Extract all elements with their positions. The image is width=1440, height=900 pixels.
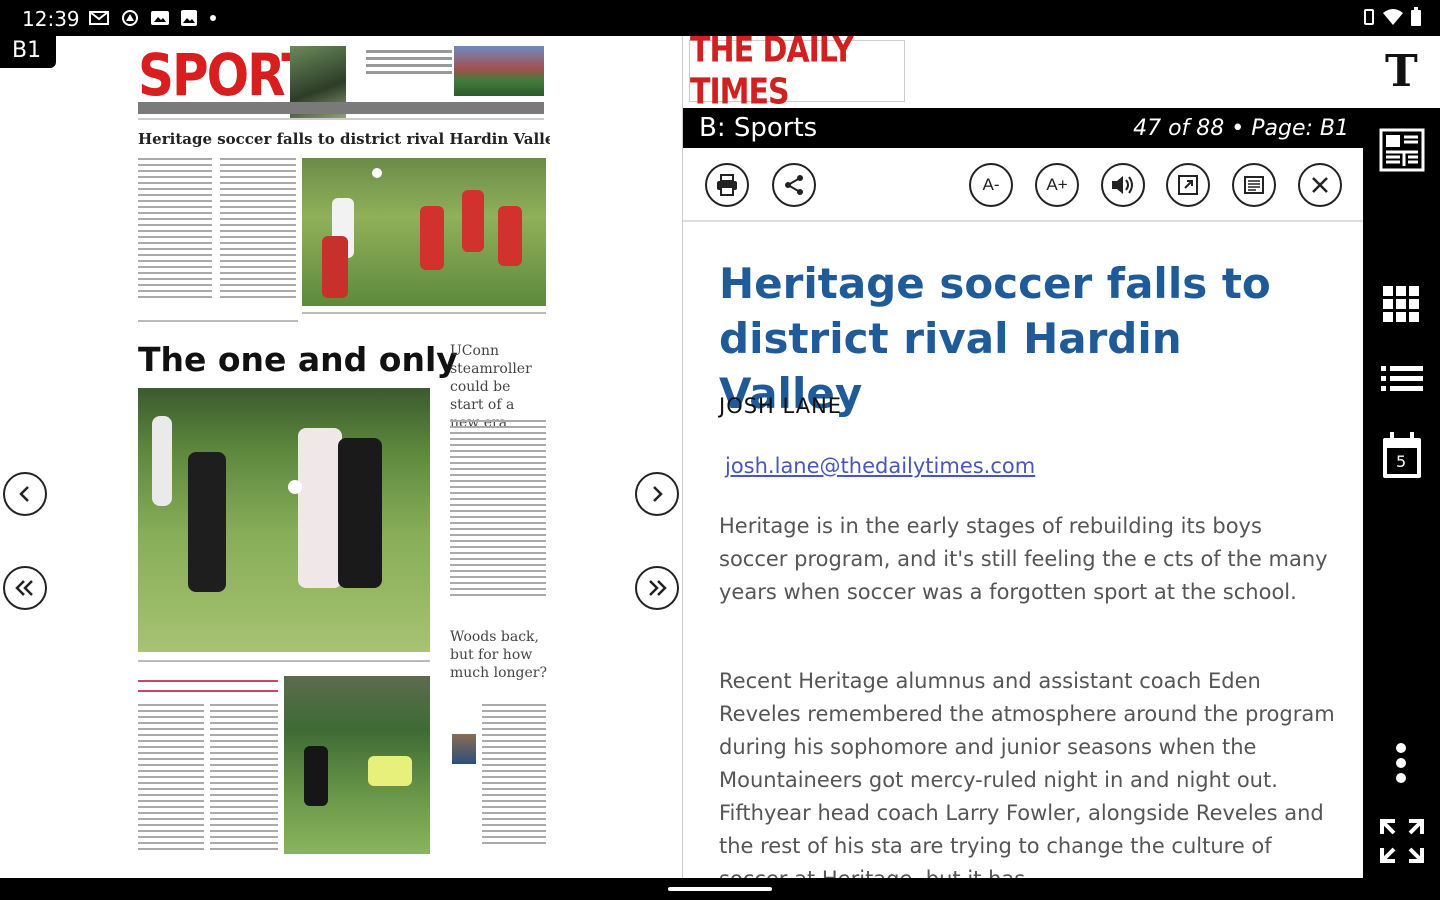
printer-icon: [717, 174, 737, 196]
fullscreen-icon: [1380, 819, 1424, 863]
page-badge: B1: [0, 36, 56, 68]
newspaper-page-preview[interactable]: SPORTS Heritage soccer falls to district…: [130, 40, 550, 876]
system-navigation-bar: [0, 878, 1440, 900]
text-column: [220, 158, 296, 302]
share-icon: [785, 175, 803, 195]
side-story-headline[interactable]: UConn steamroller could be start of a ne…: [450, 342, 548, 432]
share-button[interactable]: [772, 163, 816, 207]
chevron-left-icon: [19, 486, 29, 502]
increase-font-button[interactable]: A+: [1035, 163, 1079, 207]
calendar-button[interactable]: 5: [1381, 432, 1423, 485]
pull-quote: [138, 690, 278, 692]
decrease-font-button[interactable]: A-: [969, 163, 1013, 207]
author-email-link[interactable]: josh.lane@thedailytimes.com: [725, 454, 1035, 478]
newspaper-icon: [1379, 128, 1425, 172]
screen: { "status_bar": { "time": "12:39" }, "pa…: [0, 0, 1440, 900]
previous-article-button[interactable]: [3, 472, 47, 516]
next-article-button[interactable]: [635, 472, 679, 516]
newspaper-logo: THE DAILY TIMES: [689, 36, 905, 113]
page-view-icon: [1244, 176, 1264, 194]
gmail-icon: [89, 11, 109, 25]
speaker-icon: [1112, 176, 1133, 194]
chevron-right-icon: [653, 486, 663, 502]
page-headline-feature[interactable]: The one and only: [138, 340, 458, 379]
stadium-photo: [454, 46, 544, 96]
article-paragraph: Heritage is in the early stages of rebui…: [719, 514, 1328, 604]
photo-caption: [138, 660, 430, 662]
home-gesture-handle[interactable]: [668, 887, 772, 891]
section-name: B: Sports: [699, 113, 818, 143]
article-reader: THE DAILY TIMES B: Sports 47 of 88 • Pag…: [683, 36, 1363, 878]
next-page-button[interactable]: [635, 566, 679, 610]
print-button[interactable]: [705, 163, 749, 207]
expand-icon: [1178, 175, 1198, 195]
status-time: 12:39: [22, 7, 80, 31]
side-story-headline[interactable]: Woods back, but for how much longer?: [450, 628, 548, 682]
goalkeeper-photo: [284, 676, 430, 854]
list-view-button[interactable]: [1381, 364, 1423, 399]
vibrate-icon: [1364, 9, 1374, 25]
article-position: 47 of 88 • Page: B1: [1133, 116, 1349, 141]
text-column: [482, 704, 546, 848]
previous-page-button[interactable]: [3, 566, 47, 610]
wifi-icon: [1383, 9, 1403, 25]
close-icon: [1312, 177, 1328, 193]
list-icon: [1381, 366, 1423, 391]
text-column: [210, 704, 278, 854]
grid-view-button[interactable]: [1381, 284, 1421, 329]
page-headline-top[interactable]: Heritage soccer falls to district rival …: [138, 130, 550, 148]
gallery-icon: [181, 10, 197, 26]
grid-icon: [1383, 286, 1419, 322]
divider: [138, 118, 544, 120]
article-toolbar: A- A+: [683, 148, 1363, 222]
expand-button[interactable]: [1166, 163, 1210, 207]
photos-icon: [151, 11, 169, 25]
masthead-promo: [366, 46, 452, 90]
sidebar: 5: [1363, 108, 1440, 878]
page-view-button[interactable]: [1232, 163, 1276, 207]
mug-shot: [452, 734, 476, 764]
masthead-bar: [138, 102, 544, 114]
text-mode-label: T: [1385, 46, 1418, 97]
text-column: [450, 420, 546, 600]
article-author: JOSH LANE: [719, 394, 843, 418]
section-header: B: Sports 47 of 88 • Page: B1: [683, 108, 1363, 148]
soccer-photo-feature: [138, 388, 430, 652]
decrease-font-label: A-: [982, 175, 1000, 194]
more-vertical-icon: [1396, 743, 1406, 783]
read-aloud-button[interactable]: [1101, 163, 1145, 207]
fullscreen-button[interactable]: [1379, 818, 1425, 869]
logo-text: THE DAILY TIMES: [690, 36, 854, 113]
close-article-button[interactable]: [1298, 163, 1342, 207]
more-options-button[interactable]: [1393, 742, 1409, 789]
pull-quote: [138, 680, 278, 682]
battery-icon: [1411, 7, 1421, 26]
soccer-photo-top: [302, 158, 546, 306]
article-paragraph: Recent Heritage alumnus and assistant co…: [719, 669, 1335, 878]
status-bar: 12:39: [0, 0, 1440, 36]
drive-icon: [122, 10, 138, 26]
dot-icon: [210, 15, 216, 21]
double-chevron-right-icon: [649, 580, 667, 596]
system-icons: [1362, 7, 1422, 27]
photo-caption: [302, 312, 546, 314]
double-chevron-left-icon: [15, 580, 33, 596]
calendar-day: 5: [1396, 452, 1407, 471]
newspaper-view-button[interactable]: [1379, 128, 1425, 177]
increase-font-label: A+: [1046, 175, 1068, 194]
notification-icons: [88, 9, 218, 27]
text-mode-button[interactable]: T: [1363, 36, 1440, 108]
text-line: [138, 320, 298, 322]
text-column: [138, 158, 212, 302]
text-column: [138, 704, 204, 854]
